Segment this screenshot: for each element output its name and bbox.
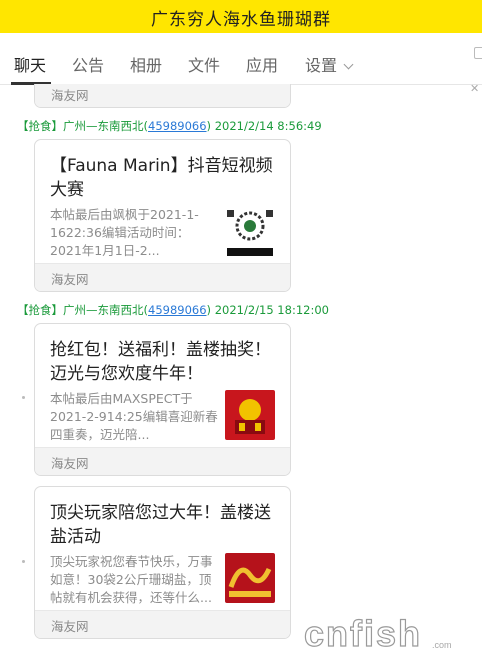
- tab-settings-label: 设置: [305, 56, 338, 75]
- sender-qq-link[interactable]: 45989066: [148, 303, 207, 317]
- card-footer: 海友网: [35, 263, 290, 291]
- svg-text:cnfish: cnfish: [304, 613, 422, 654]
- card-description: 本帖最后由MAXSPECT于2021-2-914:25编辑喜迎新春四重奏，迈光陪…: [50, 391, 218, 442]
- card-description: 顶尖玩家祝您春节快乐，万事如意！30袋2公斤珊瑚盐，顶帖就有机会获得，还等什么.…: [50, 554, 213, 605]
- sender-qq-link[interactable]: 45989066: [148, 119, 207, 133]
- svg-text:.com: .com: [432, 640, 452, 650]
- window-edge-icon: [474, 47, 482, 59]
- tab-settings[interactable]: 设置: [305, 52, 354, 76]
- card-source: 海友网: [51, 456, 89, 471]
- sender-name: 【抢食】广州—东南西北(: [17, 303, 148, 317]
- message-bullet: [22, 396, 25, 399]
- chat-feed[interactable]: 海友网 【抢食】广州—东南西北(45989066) 2021/2/14 8:56…: [0, 84, 482, 666]
- message-timestamp: ) 2021/2/15 18:12:00: [206, 303, 329, 317]
- card-footer: 海友网: [35, 447, 290, 475]
- tab-apps[interactable]: 应用: [246, 52, 278, 76]
- card-source: 海友网: [51, 272, 89, 287]
- cnfish-watermark-logo: cnfish .com: [303, 612, 452, 654]
- qr-code-thumbnail: [225, 206, 275, 256]
- link-card[interactable]: 海友网: [34, 84, 291, 108]
- card-footer: 海友网: [35, 610, 290, 638]
- title-bar: 广东穷人海水鱼珊瑚群: [0, 0, 482, 33]
- tab-chat[interactable]: 聊天: [14, 52, 46, 76]
- promo-thumbnail: [225, 553, 275, 603]
- message-timestamp: ) 2021/2/14 8:56:49: [206, 119, 322, 133]
- card-title: 顶尖玩家陪您过大年！盖楼送盐活动: [50, 503, 271, 547]
- message-meta: 【抢食】广州—东南西北(45989066) 2021/2/14 8:56:49: [17, 118, 322, 134]
- promo-thumbnail: [225, 390, 275, 440]
- tab-album[interactable]: 相册: [130, 52, 162, 76]
- link-card[interactable]: 【Fauna Marin】抖音短视频大赛 本帖最后由飒枫于2021-1-1622…: [34, 139, 291, 292]
- message-meta: 【抢食】广州—东南西北(45989066) 2021/2/15 18:12:00: [17, 302, 329, 318]
- card-source: 海友网: [51, 88, 89, 103]
- tab-announcement[interactable]: 公告: [72, 52, 104, 76]
- chevron-down-icon: [343, 59, 354, 70]
- card-title: 【Fauna Marin】抖音短视频大赛: [50, 156, 273, 200]
- card-source: 海友网: [51, 619, 89, 634]
- tab-files[interactable]: 文件: [188, 52, 220, 76]
- sender-name: 【抢食】广州—东南西北(: [17, 119, 148, 133]
- card-title: 抢红包！送福利！盖楼抽奖！迈光与您欢度牛年！: [50, 340, 271, 384]
- message-bullet: [22, 560, 25, 563]
- card-description: 本帖最后由飒枫于2021-1-1622:36编辑活动时间：2021年1月1日-2…: [50, 207, 199, 258]
- link-card[interactable]: 抢红包！送福利！盖楼抽奖！迈光与您欢度牛年！ 本帖最后由MAXSPECT于202…: [34, 323, 291, 476]
- card-footer: 海友网: [35, 84, 290, 107]
- link-card[interactable]: 顶尖玩家陪您过大年！盖楼送盐活动 顶尖玩家祝您春节快乐，万事如意！30袋2公斤珊…: [34, 486, 291, 639]
- tab-bar: 聊天 公告 相册 文件 应用 设置: [0, 33, 482, 85]
- group-title: 广东穷人海水鱼珊瑚群: [151, 10, 331, 30]
